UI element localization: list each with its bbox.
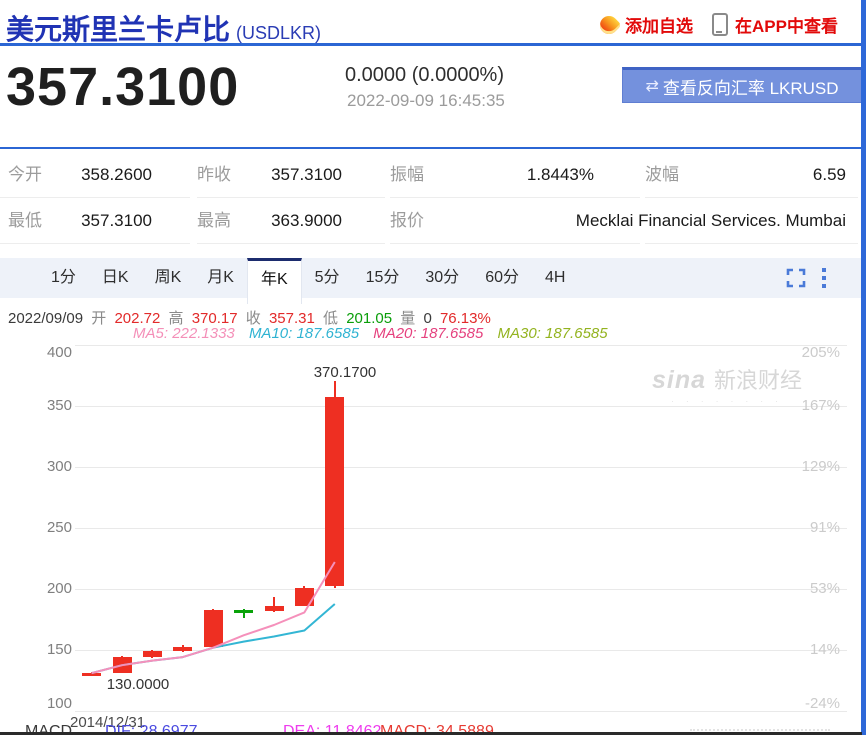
- candle-wick: [151, 650, 153, 658]
- gridline-350: [75, 406, 847, 407]
- ma10-line: [92, 604, 335, 673]
- gridline-300: [75, 467, 847, 468]
- gridline-250: [75, 528, 847, 529]
- stat-cell-昨收: 昨收357.3100: [197, 152, 342, 197]
- y-axis-pct-label: 53%: [786, 580, 840, 597]
- tab-30分[interactable]: 30分: [412, 258, 472, 298]
- tab-日K[interactable]: 日K: [89, 258, 142, 298]
- sina-logo: sina: [652, 366, 706, 395]
- candle-body: [325, 397, 344, 586]
- candle-body: [143, 651, 162, 657]
- gridline-200: [75, 589, 847, 590]
- price-change: 0.0000 (0.0000%): [345, 64, 504, 87]
- ma-info-line: MA5: 222.1333 MA10: 187.6585 MA20: 187.6…: [133, 325, 618, 342]
- gridline-100: [75, 711, 847, 712]
- tab-周K[interactable]: 周K: [142, 258, 195, 298]
- y-axis-pct-label: 205%: [786, 344, 840, 361]
- header-divider: [0, 43, 866, 46]
- low-marker: 130.0000: [83, 676, 193, 693]
- candle-wick: [303, 586, 305, 606]
- stats-row-2: 最低357.3100 最高363.9000 报价Mecklai Financial …: [0, 198, 866, 244]
- y-axis-pct-label: -24%: [786, 695, 840, 712]
- add-watchlist-label: 添加自选: [625, 12, 693, 37]
- candle-body: [265, 606, 284, 612]
- ohlc-date: 2022/09/09: [8, 310, 83, 327]
- y-axis-label-250: 250: [28, 519, 72, 536]
- more-options-icon[interactable]: [822, 268, 826, 288]
- tab-4H[interactable]: 4H: [532, 258, 578, 298]
- page-right-edge: [861, 0, 866, 735]
- stat-divider: [0, 243, 190, 244]
- instrument-name: 美元斯里兰卡卢比: [6, 14, 230, 45]
- stat-cell-最高: 最高363.9000: [197, 198, 342, 243]
- candle-wick: [273, 597, 275, 613]
- y-axis-pct-label: 91%: [786, 519, 840, 536]
- y-axis-label-300: 300: [28, 458, 72, 475]
- stats-row-1: 今开358.2600 昨收357.3100 振幅1.8443% 波幅6.59: [0, 152, 866, 198]
- swap-arrows-icon: ⇄: [645, 76, 658, 96]
- add-watchlist-button[interactable]: 添加自选: [600, 12, 693, 37]
- macd-zero-line: [690, 729, 830, 731]
- phone-icon: [712, 13, 728, 36]
- stat-divider: [390, 243, 640, 244]
- candle-body: [295, 588, 314, 605]
- reverse-rate-label: 查看反向汇率 LKRUSD: [663, 74, 839, 99]
- flame-icon: [596, 12, 621, 37]
- candle-wick: [243, 609, 245, 618]
- tab-1分[interactable]: 1分: [38, 258, 89, 298]
- sina-watermark: sina 新浪财经 · · · · · · · ·: [652, 363, 802, 406]
- chart-period-tabbar: 1分日K周K月K年K5分15分30分60分4H: [0, 258, 866, 298]
- gridline-400: [75, 345, 847, 346]
- candle-wick: [212, 609, 214, 646]
- candle-body: [234, 610, 253, 613]
- page-title: 美元斯里兰卡卢比 (USDLKR): [6, 8, 321, 48]
- tab-年K[interactable]: 年K: [247, 258, 302, 304]
- quote-timestamp: 2022-09-09 16:45:35: [347, 91, 505, 111]
- stat-cell-波幅: 波幅6.59: [645, 152, 846, 197]
- stat-cell-报价: 报价Mecklai Financial Services. Mumbai: [390, 198, 846, 243]
- tab-5分[interactable]: 5分: [302, 258, 353, 298]
- ma30-value: MA30: 187.6585: [498, 325, 608, 342]
- y-axis-label-350: 350: [28, 397, 72, 414]
- fullscreen-icon[interactable]: [786, 268, 806, 288]
- stat-divider: [645, 243, 858, 244]
- y-axis-label-150: 150: [28, 641, 72, 658]
- y-axis-label-400: 400: [28, 344, 72, 361]
- ma5-line: [92, 562, 335, 673]
- candle-body: [113, 657, 132, 673]
- candle-wick: [121, 656, 123, 674]
- y-axis-label-200: 200: [28, 580, 72, 597]
- view-in-app-label: 在APP中查看: [735, 12, 838, 37]
- ma5-value: MA5: 222.1333: [133, 325, 235, 342]
- candle-body: [173, 647, 192, 652]
- y-axis-pct-label: 129%: [786, 458, 840, 475]
- instrument-symbol: (USDLKR): [236, 23, 321, 43]
- page: 美元斯里兰卡卢比 (USDLKR) 添加自选 在APP中查看 357.3100 0…: [0, 0, 866, 735]
- candle-body: [204, 610, 223, 646]
- ma10-value: MA10: 187.6585: [249, 325, 359, 342]
- tab-月K[interactable]: 月K: [194, 258, 247, 298]
- tab-15分[interactable]: 15分: [353, 258, 413, 298]
- quote-divider: [0, 147, 866, 149]
- reverse-rate-button[interactable]: ⇄ 查看反向汇率 LKRUSD: [622, 67, 862, 103]
- tab-60分[interactable]: 60分: [472, 258, 532, 298]
- current-price: 357.3100: [6, 56, 239, 118]
- stat-cell-振幅: 振幅1.8443%: [390, 152, 594, 197]
- y-axis-label-100: 100: [28, 695, 72, 712]
- gridline-150: [75, 650, 847, 651]
- view-in-app-button[interactable]: 在APP中查看: [712, 12, 838, 37]
- candle-body: [82, 673, 101, 676]
- high-marker: 370.1700: [290, 364, 400, 381]
- stat-cell-今开: 今开358.2600: [8, 152, 152, 197]
- watermark-tagline: · · · · · · · ·: [652, 397, 802, 406]
- candle-wick: [91, 672, 93, 674]
- ma20-value: MA20: 187.6585: [373, 325, 483, 342]
- candle-wick: [182, 645, 184, 652]
- candle-wick: [334, 381, 336, 587]
- stat-cell-最低: 最低357.3100: [8, 198, 152, 243]
- stat-divider: [197, 243, 385, 244]
- y-axis-pct-label: 14%: [786, 641, 840, 658]
- tab-list: 1分日K周K月K年K5分15分30分60分4H: [38, 258, 578, 298]
